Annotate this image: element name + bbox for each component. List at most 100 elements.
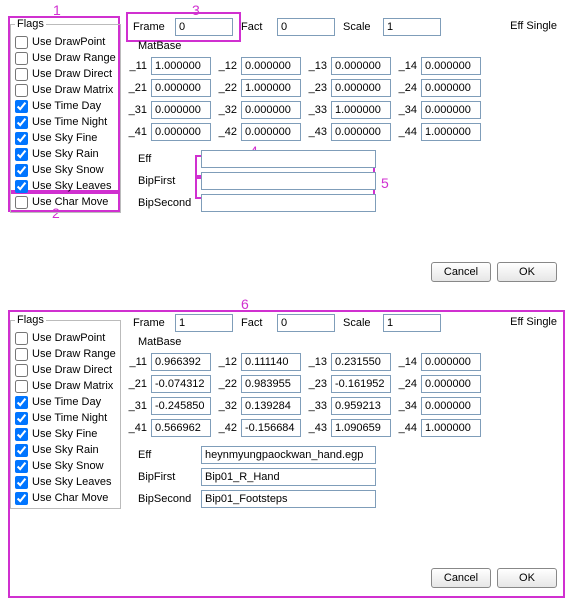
- matrix-cell-input[interactable]: [151, 79, 211, 97]
- matrix-cell-input[interactable]: [151, 123, 211, 141]
- matrix-cell-input[interactable]: [241, 397, 301, 415]
- flag-row: Use Sky Leaves: [15, 178, 116, 194]
- frame-input[interactable]: [175, 314, 233, 332]
- matrix-cell-input[interactable]: [331, 375, 391, 393]
- flag-checkbox[interactable]: [15, 36, 28, 49]
- matrix-cell-label: _43: [305, 126, 327, 138]
- flag-label: Use Char Move: [32, 196, 108, 208]
- matrix-cell-input[interactable]: [241, 79, 301, 97]
- flag-checkbox[interactable]: [15, 84, 28, 97]
- flag-checkbox[interactable]: [15, 52, 28, 65]
- matrix-cell-input[interactable]: [241, 353, 301, 371]
- matrix-cell-input[interactable]: [241, 123, 301, 141]
- matrix-cell-input[interactable]: [421, 123, 481, 141]
- flag-row: Use Time Day: [15, 394, 116, 410]
- matrix-cell-input[interactable]: [331, 353, 391, 371]
- matrix-cell-label: _22: [215, 82, 237, 94]
- bipfirst-input[interactable]: [201, 468, 376, 486]
- matrix-cell-input[interactable]: [331, 123, 391, 141]
- matrix-cell-input[interactable]: [241, 419, 301, 437]
- matrix-cell-input[interactable]: [151, 57, 211, 75]
- matrix-row: _21_22_23_24: [125, 373, 481, 395]
- flag-checkbox[interactable]: [15, 380, 28, 393]
- scale-input[interactable]: [383, 314, 441, 332]
- frame-input[interactable]: [175, 18, 233, 36]
- bipsecond-input[interactable]: [201, 490, 376, 508]
- scale-label: Scale: [343, 21, 375, 33]
- matrix-cell-input[interactable]: [421, 353, 481, 371]
- matrix-cell-input[interactable]: [241, 101, 301, 119]
- bind-rows: Eff BipFirst BipSecond: [138, 148, 376, 214]
- flag-checkbox[interactable]: [15, 348, 28, 361]
- flag-row: Use Draw Direct: [15, 66, 116, 82]
- matrix-cell-input[interactable]: [421, 101, 481, 119]
- flag-checkbox[interactable]: [15, 476, 28, 489]
- matrix-cell-input[interactable]: [331, 79, 391, 97]
- eff-input[interactable]: [201, 150, 376, 168]
- matrix-cell-input[interactable]: [151, 419, 211, 437]
- matrix-cell-input[interactable]: [331, 101, 391, 119]
- flag-label: Use Sky Leaves: [32, 476, 111, 488]
- flag-row: Use Draw Matrix: [15, 82, 116, 98]
- fact-input[interactable]: [277, 18, 335, 36]
- fact-input[interactable]: [277, 314, 335, 332]
- matrix-row: _41_42_43_44: [125, 417, 481, 439]
- cancel-button[interactable]: Cancel: [431, 568, 491, 588]
- matrix-cell-input[interactable]: [151, 397, 211, 415]
- scale-label: Scale: [343, 317, 375, 329]
- flag-checkbox[interactable]: [15, 196, 28, 209]
- matrix-cell-label: _44: [395, 422, 417, 434]
- eff-input[interactable]: [201, 446, 376, 464]
- matrix-cell-input[interactable]: [421, 419, 481, 437]
- matrix-cell-input[interactable]: [151, 101, 211, 119]
- flag-checkbox[interactable]: [15, 100, 28, 113]
- matrix-cell-input[interactable]: [241, 57, 301, 75]
- flag-checkbox[interactable]: [15, 460, 28, 473]
- flag-row: Use Draw Direct: [15, 362, 116, 378]
- flag-row: Use Time Night: [15, 114, 116, 130]
- flag-checkbox[interactable]: [15, 180, 28, 193]
- flag-checkbox[interactable]: [15, 68, 28, 81]
- matrix-cell-input[interactable]: [331, 57, 391, 75]
- flag-label: Use Time Day: [32, 396, 101, 408]
- cancel-button[interactable]: Cancel: [431, 262, 491, 282]
- flag-checkbox[interactable]: [15, 364, 28, 377]
- flag-row: Use Sky Rain: [15, 442, 116, 458]
- flag-checkbox[interactable]: [15, 396, 28, 409]
- flag-checkbox[interactable]: [15, 164, 28, 177]
- flag-row: Use DrawPoint: [15, 330, 116, 346]
- flag-checkbox[interactable]: [15, 332, 28, 345]
- flag-checkbox[interactable]: [15, 444, 28, 457]
- matrix-cell-label: _12: [215, 356, 237, 368]
- matrix-cell-input[interactable]: [241, 375, 301, 393]
- matrix-cell-input[interactable]: [421, 57, 481, 75]
- matrix-cell-label: _31: [125, 104, 147, 116]
- matrix-cell-label: _24: [395, 378, 417, 390]
- ok-button[interactable]: OK: [497, 568, 557, 588]
- matbase-label: MatBase: [138, 336, 181, 348]
- scale-input[interactable]: [383, 18, 441, 36]
- flag-checkbox[interactable]: [15, 132, 28, 145]
- flag-checkbox[interactable]: [15, 148, 28, 161]
- matrix-cell-input[interactable]: [151, 353, 211, 371]
- flag-checkbox[interactable]: [15, 492, 28, 505]
- matrix-row: _41_42_43_44: [125, 121, 481, 143]
- bipsecond-input[interactable]: [201, 194, 376, 212]
- flag-checkbox[interactable]: [15, 116, 28, 129]
- matrix-cell-input[interactable]: [331, 419, 391, 437]
- flag-label: Use Sky Leaves: [32, 180, 111, 192]
- flag-label: Use Sky Snow: [32, 164, 104, 176]
- matrix-cell-input[interactable]: [331, 397, 391, 415]
- flag-checkbox[interactable]: [15, 428, 28, 441]
- flag-row: Use DrawPoint: [15, 34, 116, 50]
- callout-6: 6: [241, 296, 249, 312]
- flag-label: Use Sky Fine: [32, 132, 97, 144]
- matrix-cell-input[interactable]: [421, 397, 481, 415]
- ok-button[interactable]: OK: [497, 262, 557, 282]
- matrix-cell-input[interactable]: [421, 79, 481, 97]
- flag-checkbox[interactable]: [15, 412, 28, 425]
- matrix-cell-input[interactable]: [421, 375, 481, 393]
- bipfirst-input[interactable]: [201, 172, 376, 190]
- matrix-cell-input[interactable]: [151, 375, 211, 393]
- bind-rows: Eff BipFirst BipSecond: [138, 444, 376, 510]
